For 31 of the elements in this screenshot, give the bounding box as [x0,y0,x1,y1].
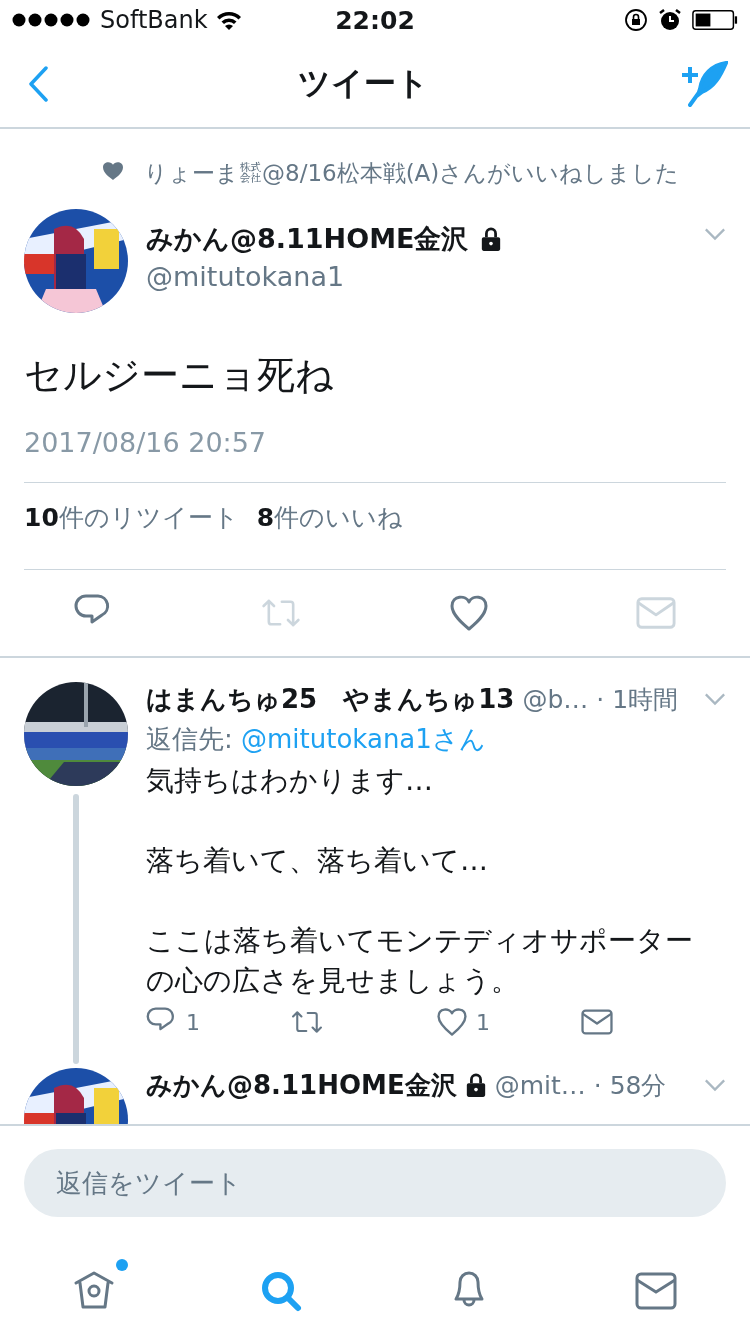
reply-text: 気持ちはわかります… 落ち着いて、落ち着いて… ここは落ち着いてモンテディオサポーターの心の広さを見せましょう。 [146,763,694,999]
reply-handle[interactable]: @b… [522,684,589,714]
heart-icon [102,161,124,181]
rotation-lock-icon [624,8,648,32]
tweet-timestamp: 2017/08/16 20:57 [24,427,267,458]
heart-icon[interactable] [436,1007,468,1037]
retweet-count[interactable]: 10件のリツイート [24,501,239,545]
author-handle[interactable]: @mitutokana1 [146,261,704,292]
reply-to-label: 返信先: [146,724,233,754]
like-count: 1 [476,1009,490,1035]
reply-input-field[interactable]: 返信をツイート [24,1148,726,1217]
reply-author-name[interactable]: はまんちゅ25 やまんちゅ13 [146,681,515,717]
liked-by-text: りょーま㍿@8/16松本戦(A)さんがいいねしました [144,158,680,188]
heart-icon[interactable] [448,594,489,632]
back-button[interactable] [28,65,48,102]
wifi-icon [215,10,242,30]
battery-icon [692,9,738,31]
alarm-icon [658,8,682,32]
status-time: 22:02 [334,5,416,35]
like-count[interactable]: 8件のいいね [256,501,404,545]
author-name[interactable]: みかん@8.11HOME金沢 [146,221,469,257]
screen-title: ツイート [297,62,429,104]
envelope-icon[interactable] [581,1007,613,1037]
reply-time: · 1時間 [596,683,679,716]
reply-count: 1 [186,1009,200,1035]
reply-handle[interactable]: @mit… [494,1070,586,1100]
carrier-name: SoftBank [100,6,208,34]
reply-author-name[interactable]: みかん@8.11HOME金沢 [146,1067,457,1103]
reply-time: · 58分 [593,1069,667,1102]
tweet-text: セルジーニョ死ね [24,352,335,399]
signal-icon [12,13,92,27]
